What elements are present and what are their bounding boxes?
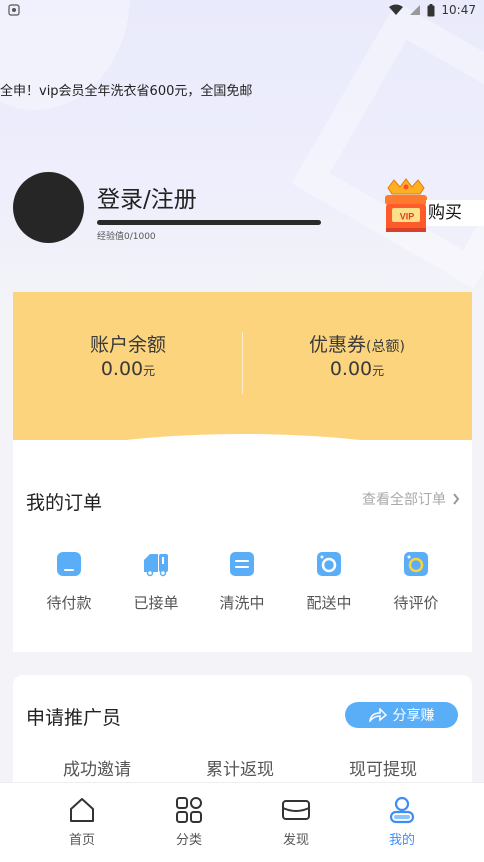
view-all-orders-link[interactable]: 查看全部订单 bbox=[362, 489, 460, 509]
tab-home[interactable]: 首页 bbox=[42, 795, 122, 848]
order-label: 待评价 bbox=[393, 594, 439, 612]
grid-icon bbox=[176, 797, 202, 823]
truck-icon bbox=[144, 554, 168, 577]
account-balance-value: 0.00元 bbox=[100, 358, 156, 380]
announcement-marquee[interactable]: 全申！vip会员全年洗衣省600元，全国免邮 bbox=[0, 80, 252, 99]
share-icon bbox=[368, 708, 387, 722]
vip-badge-text: VIP bbox=[400, 212, 415, 222]
order-washing[interactable]: 清洗中 bbox=[207, 550, 277, 613]
tab-label: 分类 bbox=[175, 833, 202, 848]
experience-bar bbox=[97, 220, 321, 225]
vip-buy-button[interactable]: VIP 购买 bbox=[380, 178, 484, 236]
stat-cashback[interactable]: 累计返现 bbox=[170, 755, 310, 780]
box-icon bbox=[282, 800, 310, 820]
stat-invited[interactable]: 成功邀请 bbox=[27, 755, 167, 780]
order-pending-payment[interactable]: 待付款 bbox=[34, 550, 104, 613]
header-background bbox=[0, 0, 484, 330]
buy-label: 购买 bbox=[426, 200, 484, 226]
order-delivering[interactable]: 配送中 bbox=[294, 550, 364, 613]
coupon-balance[interactable]: 优惠券(总额) 0.00元 bbox=[242, 330, 472, 380]
tab-label: 发现 bbox=[282, 833, 309, 848]
avatar[interactable] bbox=[13, 172, 84, 243]
chevron-right-icon bbox=[453, 493, 460, 505]
bottom-tab-bar: 首页 分类 发现 我的 bbox=[0, 782, 484, 862]
wifi-icon bbox=[389, 4, 404, 15]
stat-withdrawable[interactable]: 现可提现 bbox=[313, 755, 453, 780]
promoter-title[interactable]: 申请推广员 bbox=[26, 703, 121, 730]
experience-text: 经验值0/1000 bbox=[97, 232, 156, 242]
account-balance[interactable]: 账户余额 0.00元 bbox=[13, 330, 243, 380]
promoter-card: 申请推广员 分享赚 成功邀请 累计返现 现可提现 bbox=[13, 675, 472, 795]
washer-icon bbox=[230, 552, 254, 576]
tab-category[interactable]: 分类 bbox=[149, 795, 229, 848]
status-bar: 10:47 bbox=[0, 0, 484, 22]
order-label: 清洗中 bbox=[219, 594, 265, 612]
account-balance-label: 账户余额 bbox=[89, 334, 166, 356]
wallet-icon bbox=[57, 552, 81, 576]
notification-icon bbox=[8, 4, 20, 16]
decorative-diamond bbox=[291, 1, 484, 289]
login-register-link[interactable]: 登录/注册 bbox=[97, 180, 197, 214]
person-icon bbox=[389, 796, 415, 824]
status-time: 10:47 bbox=[441, 3, 476, 17]
home-icon bbox=[70, 798, 94, 822]
order-label: 配送中 bbox=[306, 594, 352, 612]
signal-icon bbox=[410, 5, 421, 15]
tab-label: 首页 bbox=[68, 833, 95, 848]
order-label: 待付款 bbox=[46, 594, 92, 612]
orders-title: 我的订单 bbox=[26, 492, 103, 514]
review-icon bbox=[404, 552, 428, 576]
order-to-review[interactable]: 待评价 bbox=[381, 550, 451, 613]
order-accepted[interactable]: 已接单 bbox=[121, 550, 191, 613]
tab-mine[interactable]: 我的 bbox=[362, 795, 442, 848]
vip-chest-icon bbox=[385, 178, 427, 232]
order-label: 已接单 bbox=[133, 594, 179, 612]
battery-icon bbox=[427, 3, 435, 16]
delivery-icon bbox=[317, 552, 341, 576]
share-earn-button[interactable]: 分享赚 bbox=[345, 702, 458, 728]
coupon-label: 优惠券(总额) bbox=[309, 334, 405, 356]
tab-label: 我的 bbox=[388, 833, 415, 848]
coupon-value: 0.00元 bbox=[329, 358, 385, 380]
orders-card: 我的订单 查看全部订单 待付款 已接单 清洗中 配送中 待评价 bbox=[13, 440, 472, 652]
svg-text:VIP: VIP bbox=[400, 212, 415, 222]
tab-discover[interactable]: 发现 bbox=[256, 795, 336, 848]
